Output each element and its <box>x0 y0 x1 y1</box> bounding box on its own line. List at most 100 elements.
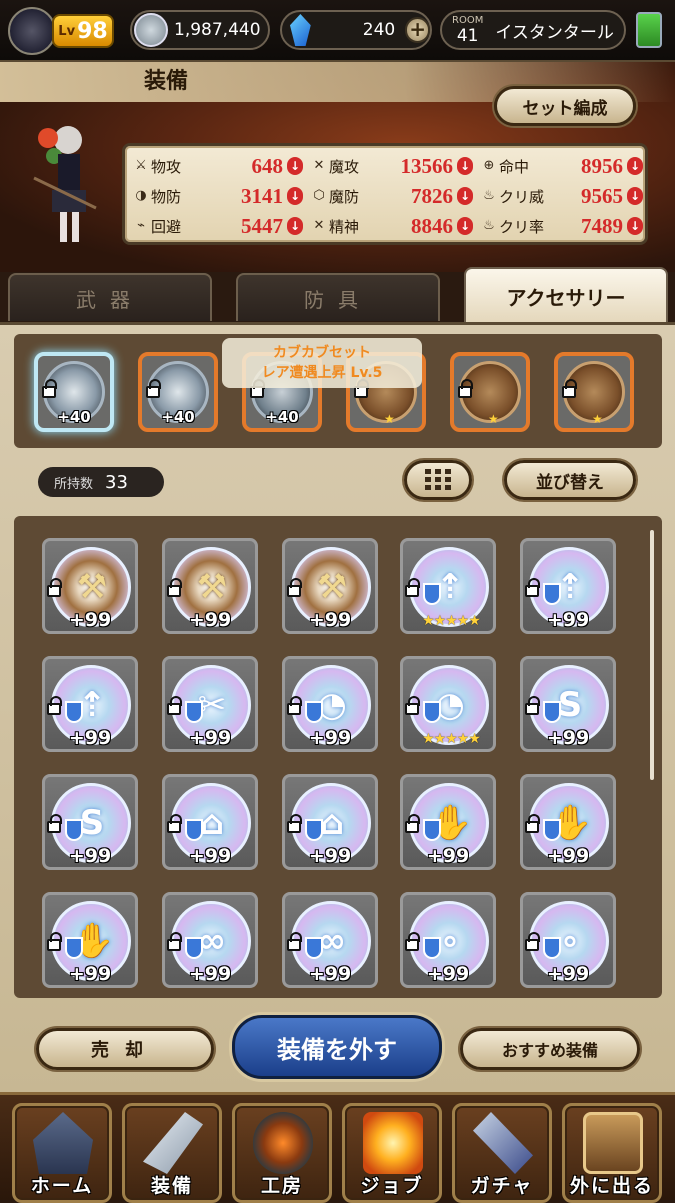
nav-equip[interactable]: 装備 <box>122 1103 222 1203</box>
inventory-item[interactable]: ⚒ +99 <box>162 538 258 634</box>
stat-label: 命中 <box>499 157 530 176</box>
inventory-item[interactable]: ✋ +99 <box>400 774 496 870</box>
stat-label: 物攻 <box>151 157 182 176</box>
owned-count-label: 所持数 <box>54 476 94 492</box>
equipped-slot[interactable]: ★ <box>450 352 530 432</box>
lock-icon <box>287 578 302 597</box>
inventory-item[interactable]: ⇡ +99 <box>520 538 616 634</box>
equipped-slot[interactable]: +40 <box>34 352 114 432</box>
inventory-item[interactable]: ✂ +99 <box>162 656 258 752</box>
anvil-icon <box>253 1112 313 1174</box>
claw-icon: ♨ <box>483 218 495 233</box>
inventory-item[interactable]: ⌂ +99 <box>162 774 258 870</box>
job-crystal-icon <box>363 1112 423 1174</box>
nav-exit[interactable]: 外に出る <box>562 1103 662 1203</box>
stat-value: 7489 <box>581 213 623 238</box>
lock-icon <box>42 379 57 398</box>
slot-level: +40 <box>161 408 195 426</box>
down-arrow-icon: ↓ <box>457 217 473 235</box>
sell-button[interactable]: 売却 <box>36 1028 214 1070</box>
shield-icon <box>543 583 561 605</box>
shield-icon <box>543 937 561 959</box>
inventory-item[interactable]: ◔ ★★★★★ <box>400 656 496 752</box>
lock-icon <box>525 696 540 715</box>
sword-icon <box>143 1112 203 1174</box>
nav-exit-label: 外に出る <box>569 1175 654 1197</box>
lock-icon <box>146 379 161 398</box>
tab-accessory[interactable]: アクセサリー <box>464 267 668 323</box>
lock-icon <box>458 379 473 398</box>
grid-icon <box>425 469 451 490</box>
lock-icon <box>47 932 62 951</box>
shield-icon <box>185 937 203 959</box>
item-level: +99 <box>188 845 232 867</box>
stat-mag-def: ⬡ 魔防 7826 ↓ <box>311 182 475 210</box>
item-level: +99 <box>308 963 352 985</box>
shield-icon <box>65 819 83 841</box>
room-label: ROOM <box>452 14 484 26</box>
inventory-item[interactable]: ∘ +99 <box>400 892 496 988</box>
inventory-item[interactable]: S +99 <box>42 774 138 870</box>
owned-count: 所持数 33 <box>38 467 164 497</box>
unequip-button[interactable]: 装備を外す <box>232 1015 442 1079</box>
inventory-item[interactable]: ∞ +99 <box>162 892 258 988</box>
gem-counter: 240 + <box>280 10 432 50</box>
item-level: +99 <box>68 609 112 631</box>
lock-icon <box>167 814 182 833</box>
inventory-item[interactable]: ✋ +99 <box>42 892 138 988</box>
down-arrow-icon: ↓ <box>627 187 643 205</box>
set-edit-button[interactable]: セット編成 <box>494 86 636 126</box>
equipped-slot[interactable]: ★ <box>554 352 634 432</box>
tab-armor[interactable]: 防具 <box>236 273 440 321</box>
shield-icon <box>423 583 441 605</box>
inventory-item[interactable]: ⇡ +99 <box>42 656 138 752</box>
stat-label: 魔防 <box>329 187 360 206</box>
inventory-item[interactable]: S +99 <box>520 656 616 752</box>
room-indicator[interactable]: ROOM 41 イスタンタール <box>440 10 626 50</box>
inventory-item[interactable]: ✋ +99 <box>520 774 616 870</box>
inventory-item[interactable]: ◔ +99 <box>282 656 378 752</box>
stat-value: 13566 <box>400 153 454 178</box>
stat-value: 9565 <box>581 183 623 208</box>
nav-home[interactable]: ホーム <box>12 1103 112 1203</box>
down-arrow-icon: ↓ <box>287 157 303 175</box>
shield-icon <box>423 937 441 959</box>
inventory-item[interactable]: ⚒ +99 <box>282 538 378 634</box>
star-icon: ★ <box>592 412 603 426</box>
sort-button[interactable]: 並び替え <box>504 460 636 500</box>
recommended-equip-button[interactable]: おすすめ装備 <box>460 1028 640 1070</box>
stat-value: 5447 <box>241 213 283 238</box>
add-gems-button[interactable]: + <box>405 17 430 43</box>
inventory-item[interactable]: ⇡ ★★★★★ <box>400 538 496 634</box>
owned-count-value: 33 <box>105 471 128 493</box>
inventory-item[interactable]: ∞ +99 <box>282 892 378 988</box>
slot-level: +40 <box>57 408 91 426</box>
player-avatar[interactable] <box>8 7 56 55</box>
nav-workshop[interactable]: 工房 <box>232 1103 332 1203</box>
stat-phys-def: ◑ 物防 3141 ↓ <box>133 182 305 210</box>
rarity-stars: ★★★★★ <box>422 731 481 747</box>
inventory-item[interactable]: ∘ +99 <box>520 892 616 988</box>
item-level: +99 <box>546 845 590 867</box>
item-level: +99 <box>426 963 470 985</box>
lock-icon <box>405 814 420 833</box>
item-level: +99 <box>308 727 352 749</box>
inventory-item[interactable]: ⌂ +99 <box>282 774 378 870</box>
nav-gacha[interactable]: ガチャ <box>452 1103 552 1203</box>
stat-accuracy: ⊕ 命中 8956 ↓ <box>481 152 645 180</box>
lock-icon <box>47 696 62 715</box>
house-icon <box>33 1112 93 1174</box>
bottom-navigation: ホーム 装備 工房 ジョブ ガチャ 外に出る <box>0 1092 675 1203</box>
inventory-item[interactable]: ⚒ +99 <box>42 538 138 634</box>
inventory-scrollbar[interactable] <box>650 530 654 780</box>
grid-view-button[interactable] <box>404 460 472 500</box>
tooltip-set-effect: レア遭遇上昇 Lv.5 <box>261 365 383 381</box>
equipped-slot[interactable]: +40 <box>138 352 218 432</box>
nav-job[interactable]: ジョブ <box>342 1103 442 1203</box>
lock-icon <box>47 578 62 597</box>
gem-amount: 240 <box>362 20 396 40</box>
stat-value: 7826 <box>411 183 453 208</box>
item-level: +99 <box>68 727 112 749</box>
star-icon: ★ <box>384 412 395 426</box>
tab-weapon[interactable]: 武器 <box>8 273 212 321</box>
